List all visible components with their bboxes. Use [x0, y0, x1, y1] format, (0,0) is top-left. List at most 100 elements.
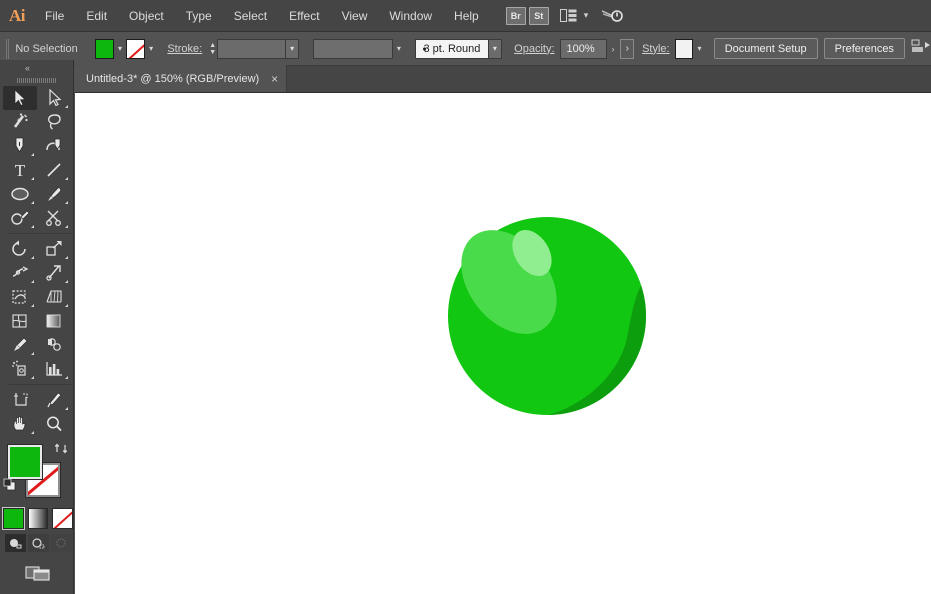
draw-normal-mode-button[interactable]: [4, 534, 26, 552]
brush-definition-box[interactable]: 3 pt. Round: [415, 38, 489, 59]
eyedropper-tool[interactable]: [3, 333, 37, 357]
fill-indicator-swatch[interactable]: [7, 444, 43, 480]
green-sphere-artwork[interactable]: [75, 93, 931, 594]
menu-window[interactable]: Window: [378, 0, 443, 32]
tool-more-indicator: [65, 177, 68, 180]
hand-tool[interactable]: [3, 412, 37, 436]
eraser-scissors-tool[interactable]: [37, 206, 71, 230]
workspace-chevron-down-icon[interactable]: ▾: [584, 10, 589, 21]
svg-text:T: T: [15, 161, 26, 179]
stroke-color-swatch[interactable]: [126, 38, 145, 59]
control-bar-grip[interactable]: [6, 38, 10, 59]
menubar-right-group: Br St ▾: [505, 5, 626, 27]
tools-panel-grip[interactable]: [0, 75, 73, 86]
tool-more-indicator: [31, 225, 34, 228]
bridge-button[interactable]: Br: [505, 6, 526, 25]
slice-tool[interactable]: [37, 388, 71, 412]
menu-effect[interactable]: Effect: [278, 0, 330, 32]
selection-tool[interactable]: [3, 86, 37, 110]
symbol-sprayer-tool[interactable]: [3, 357, 37, 381]
brush-chevron-down-icon[interactable]: ▾: [488, 38, 503, 59]
pen-tool[interactable]: [3, 134, 37, 158]
color-mode-button[interactable]: [2, 507, 25, 530]
tool-more-indicator: [65, 304, 68, 307]
align-objects-icon[interactable]: [911, 38, 931, 59]
menu-select[interactable]: Select: [223, 0, 278, 32]
free-transform-tool[interactable]: [37, 261, 71, 285]
document-tab-title: Untitled-3* @ 150% (RGB/Preview): [86, 72, 260, 85]
collapse-panel-icon[interactable]: «: [0, 60, 73, 75]
zoom-tool[interactable]: [37, 412, 71, 436]
tool-more-indicator: [31, 376, 34, 379]
brush-definition-label: 3 pt. Round: [423, 42, 481, 55]
variable-width-profile-box[interactable]: [313, 38, 393, 59]
document-tab[interactable]: Untitled-3* @ 150% (RGB/Preview) ×: [75, 65, 288, 92]
fill-color-swatch[interactable]: [95, 38, 114, 59]
menu-type[interactable]: Type: [175, 0, 223, 32]
fill-chevron-down-icon[interactable]: ▾: [114, 39, 126, 59]
direct-selection-tool[interactable]: [37, 86, 71, 110]
tool-more-indicator: [65, 376, 68, 379]
menu-view[interactable]: View: [331, 0, 379, 32]
mesh-tool[interactable]: [3, 309, 37, 333]
variable-width-chevron-down-icon[interactable]: ▾: [393, 39, 405, 59]
stepper-up-icon[interactable]: ▲: [209, 42, 216, 49]
stroke-weight-label: Stroke:: [167, 42, 203, 55]
tool-grid: T: [0, 86, 74, 436]
tool-more-indicator: [65, 105, 68, 108]
draw-behind-mode-button[interactable]: [27, 534, 49, 552]
menu-help[interactable]: Help: [443, 0, 490, 32]
opacity-more-icon[interactable]: ›: [607, 44, 618, 54]
menu-file[interactable]: File: [34, 0, 75, 32]
scale-tool[interactable]: [37, 237, 71, 261]
document-setup-button[interactable]: Document Setup: [713, 38, 818, 59]
column-graph-tool[interactable]: [37, 357, 71, 381]
swap-fill-stroke-icon[interactable]: [54, 442, 68, 460]
line-segment-tool[interactable]: [37, 158, 71, 182]
lasso-tool[interactable]: [37, 110, 71, 134]
magic-wand-tool[interactable]: [3, 110, 37, 134]
selection-status: No Selection: [15, 42, 78, 55]
rotate-tool[interactable]: [3, 237, 37, 261]
menu-object[interactable]: Object: [118, 0, 175, 32]
tool-more-indicator: [65, 407, 68, 410]
stroke-weight-input[interactable]: [217, 38, 286, 59]
tool-more-indicator: [31, 431, 34, 434]
stroke-weight-stepper[interactable]: ▲ ▼: [208, 39, 217, 59]
stock-button[interactable]: St: [528, 6, 549, 25]
stepper-down-icon[interactable]: ▼: [209, 49, 216, 56]
blend-tool[interactable]: [37, 333, 71, 357]
graphic-style-swatch[interactable]: [674, 38, 694, 59]
width-tool[interactable]: [3, 261, 37, 285]
app-logo-icon: Ai: [9, 5, 26, 25]
change-screen-mode-icon[interactable]: [25, 564, 51, 587]
stroke-chevron-down-icon[interactable]: ▾: [145, 39, 157, 59]
screen-mode-row: [0, 564, 73, 587]
control-bar-overflow-button[interactable]: ›: [620, 38, 635, 59]
menu-bar: Ai File Edit Object Type Select Effect V…: [0, 0, 931, 32]
opacity-input[interactable]: 100%: [559, 38, 608, 59]
shape-builder-tool[interactable]: [3, 285, 37, 309]
search-icon[interactable]: [599, 5, 625, 27]
workspace-switcher-icon[interactable]: [558, 6, 580, 26]
draw-inside-mode-button[interactable]: [50, 534, 72, 552]
preferences-button[interactable]: Preferences: [823, 38, 905, 59]
fill-stroke-indicator: [0, 440, 74, 506]
artboard-tool[interactable]: [3, 388, 37, 412]
close-icon[interactable]: ×: [271, 73, 278, 85]
ellipse-tool[interactable]: [3, 182, 37, 206]
canvas-area[interactable]: [75, 93, 931, 594]
default-fill-stroke-icon[interactable]: [3, 478, 17, 497]
type-tool[interactable]: T: [3, 158, 37, 182]
style-chevron-down-icon[interactable]: ▾: [693, 39, 705, 59]
menu-edit[interactable]: Edit: [75, 0, 118, 32]
none-mode-button[interactable]: [52, 508, 74, 529]
gradient-mode-button[interactable]: [27, 508, 49, 529]
curvature-tool[interactable]: [37, 134, 71, 158]
shaper-tool[interactable]: [3, 206, 37, 230]
gradient-tool[interactable]: [37, 309, 71, 333]
stroke-weight-chevron-down-icon[interactable]: ▾: [285, 38, 300, 59]
paintbrush-tool[interactable]: [37, 182, 71, 206]
perspective-grid-tool[interactable]: [37, 285, 71, 309]
draw-mode-row: [0, 534, 73, 552]
